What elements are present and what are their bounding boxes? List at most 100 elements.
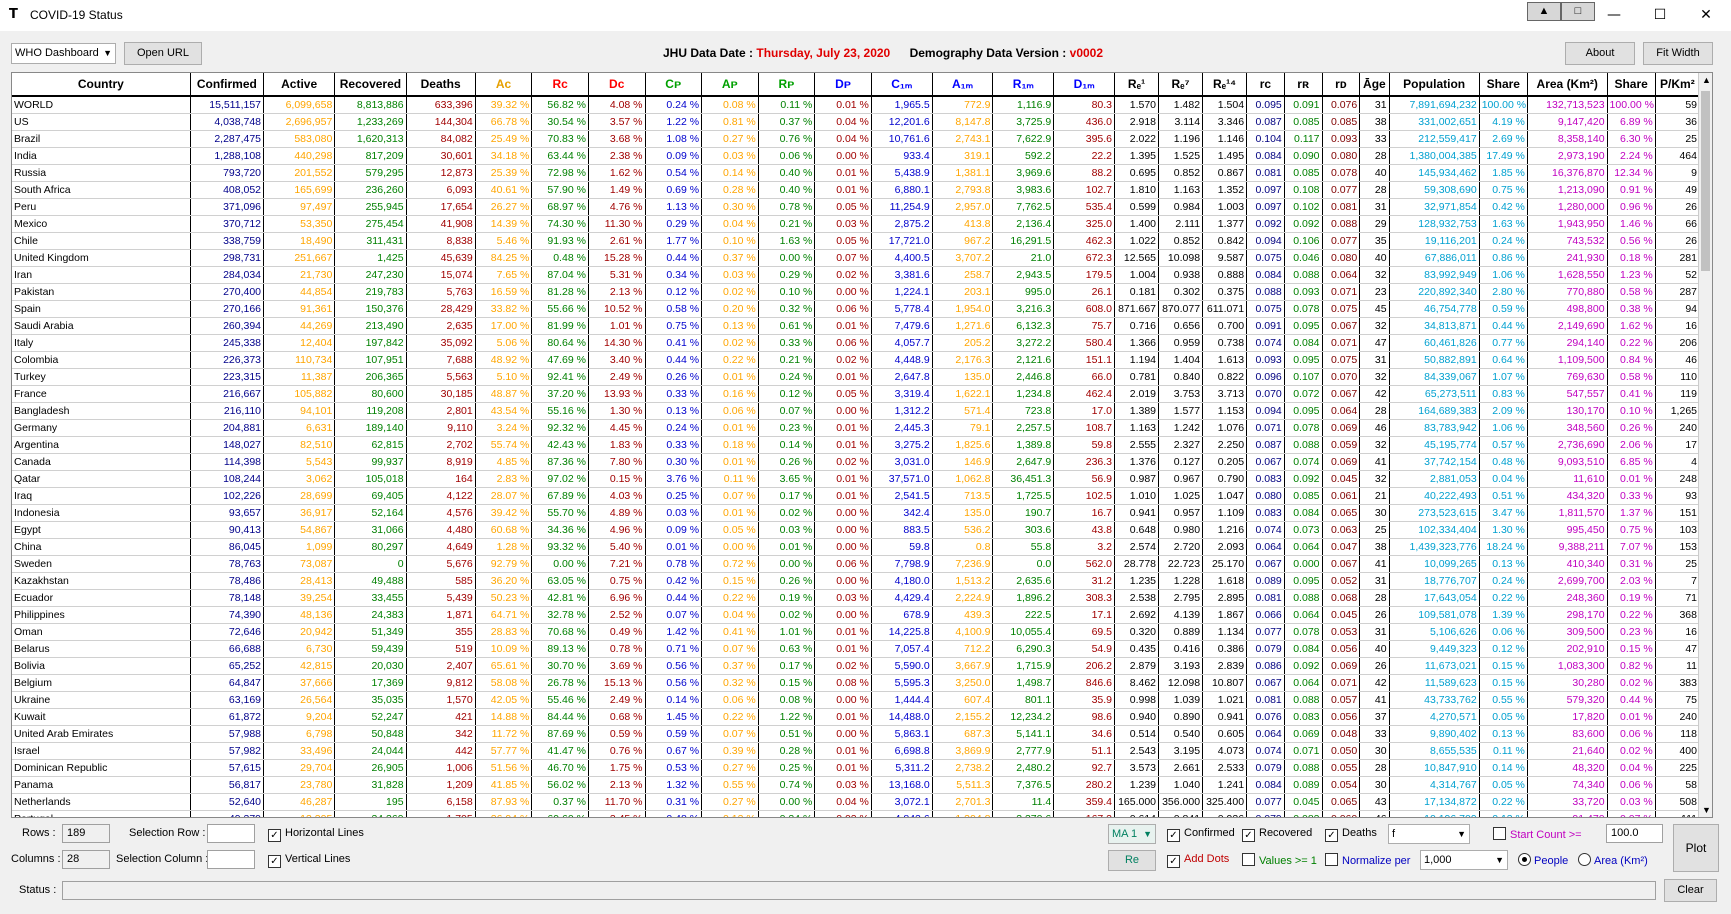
table-cell[interactable]: Kazakhstan xyxy=(12,572,191,590)
table-cell[interactable]: 11.70 % xyxy=(588,793,646,811)
table-cell[interactable]: 75.7 xyxy=(1053,317,1116,335)
table-cell[interactable]: 0.22 % xyxy=(701,589,759,607)
table-cell[interactable]: 7.65 % xyxy=(475,266,533,284)
table-cell[interactable]: 144,304 xyxy=(406,113,476,131)
table-cell[interactable]: 91,470 xyxy=(1527,810,1608,817)
table-cell[interactable]: 13,168.0 xyxy=(871,776,933,794)
table-cell[interactable]: 10,761.6 xyxy=(871,130,933,148)
table-cell[interactable]: 66 xyxy=(1655,215,1701,233)
table-cell[interactable]: 2,647.8 xyxy=(871,368,933,386)
table-cell[interactable]: 0.071 xyxy=(1322,283,1361,301)
table-cell[interactable]: 0.090 xyxy=(1284,147,1323,165)
table-cell[interactable]: 29 xyxy=(1359,215,1390,233)
table-cell[interactable]: 23,780 xyxy=(263,776,336,794)
table-cell[interactable]: 3,983.6 xyxy=(992,181,1055,199)
table-cell[interactable]: 0.096 xyxy=(1246,368,1285,386)
table-cell[interactable]: 0.087 xyxy=(1246,436,1285,454)
table-cell[interactable]: 2.720 xyxy=(1158,538,1204,556)
table-cell[interactable]: 28.778 xyxy=(1114,555,1160,573)
table-cell[interactable]: 319.1 xyxy=(932,147,994,165)
table-cell[interactable]: 24,383 xyxy=(334,606,407,624)
table-cell[interactable]: 21,640 xyxy=(1527,742,1608,760)
table-cell[interactable]: 2,647.9 xyxy=(992,453,1055,471)
table-cell[interactable]: 0.13 % xyxy=(1479,810,1528,817)
table-cell[interactable]: 14.88 % xyxy=(475,708,533,726)
table-cell[interactable]: 2.03 % xyxy=(1607,572,1656,590)
table-row[interactable]: Dominican Republic 57,615 29,704 26,905 1,00… xyxy=(12,759,1701,777)
table-cell[interactable]: 0.077 xyxy=(1246,793,1285,811)
table-cell[interactable]: 1.63 % xyxy=(1479,215,1528,233)
table-cell[interactable]: 6,798 xyxy=(263,725,336,743)
table-cell[interactable]: 12,404 xyxy=(263,334,336,352)
table-cell[interactable]: 111 xyxy=(1655,810,1701,817)
table-cell[interactable]: 2.111 xyxy=(1158,215,1204,233)
table-cell[interactable]: 1,622.1 xyxy=(932,385,994,403)
table-cell[interactable]: 92.7 xyxy=(1053,759,1116,777)
table-cell[interactable]: 0.33 % xyxy=(1607,487,1656,505)
table-cell[interactable]: 3,707.2 xyxy=(932,249,994,267)
table-row[interactable]: Netherlands 52,640 46,287 195 6,158 87.93 % 0.… xyxy=(12,793,1701,811)
table-cell[interactable]: 2,257.5 xyxy=(992,419,1055,437)
table-cell[interactable]: 11 xyxy=(1655,657,1701,675)
table-cell[interactable]: 0.084 xyxy=(1246,776,1285,794)
table-cell[interactable]: 0.01 % xyxy=(701,504,759,522)
table-cell[interactable]: 10,196,709 xyxy=(1389,810,1480,817)
table-cell[interactable]: 87.69 % xyxy=(531,725,589,743)
table-cell[interactable]: 0.02 % xyxy=(814,657,872,675)
table-cell[interactable]: 0.17 % xyxy=(758,657,816,675)
table-cell[interactable]: 32 xyxy=(1359,266,1390,284)
table-cell[interactable]: 0.08 % xyxy=(701,96,759,114)
table-cell[interactable]: 59.8 xyxy=(1053,436,1116,454)
table-cell[interactable]: Netherlands xyxy=(12,793,191,811)
table-cell[interactable]: 772.9 xyxy=(932,96,994,114)
table-cell[interactable]: 0.00 % xyxy=(814,606,872,624)
table-cell[interactable]: Iraq xyxy=(12,487,191,505)
table-cell[interactable]: 5,763 xyxy=(406,283,476,301)
table-cell[interactable]: 202,910 xyxy=(1527,640,1608,658)
table-cell[interactable]: 0.092 xyxy=(1284,215,1323,233)
table-cell[interactable]: 0.095 xyxy=(1284,402,1323,420)
table-cell[interactable]: 1.13 % xyxy=(645,198,703,216)
table-cell[interactable]: 0.68 % xyxy=(588,708,646,726)
table-cell[interactable]: 28 xyxy=(1359,759,1390,777)
table-cell[interactable]: 0.04 % xyxy=(1607,759,1656,777)
table-cell[interactable]: 0.075 xyxy=(1246,300,1285,318)
table-cell[interactable]: 2.839 xyxy=(1202,657,1248,675)
table-cell[interactable]: 1.06 % xyxy=(1479,266,1528,284)
table-cell[interactable]: 1,380,004,385 xyxy=(1389,147,1480,165)
table-cell[interactable]: 0.079 xyxy=(1246,759,1285,777)
table-cell[interactable]: 26 xyxy=(1655,232,1701,250)
table-cell[interactable]: 3,031.0 xyxy=(871,453,933,471)
scroll-up-icon[interactable]: ▲ xyxy=(1702,75,1711,85)
table-cell[interactable]: 37.20 % xyxy=(531,385,589,403)
table-cell[interactable]: 1,425 xyxy=(334,249,407,267)
table-cell[interactable]: 0.05 % xyxy=(814,385,872,403)
table-cell[interactable]: 2,155.2 xyxy=(932,708,994,726)
table-cell[interactable]: 45,639 xyxy=(406,249,476,267)
table-cell[interactable]: 195 xyxy=(334,793,407,811)
table-cell[interactable]: 83,600 xyxy=(1527,725,1608,743)
table-cell[interactable]: 1.404 xyxy=(1158,351,1204,369)
table-cell[interactable]: 2.327 xyxy=(1158,436,1204,454)
table-cell[interactable]: 0.58 % xyxy=(645,300,703,318)
table-cell[interactable]: 9,388,211 xyxy=(1527,538,1608,556)
table-cell[interactable]: 303.6 xyxy=(992,521,1055,539)
table-cell[interactable]: 1,715.9 xyxy=(992,657,1055,675)
table-cell[interactable]: 21.0 xyxy=(992,249,1055,267)
table-cell[interactable]: 1.109 xyxy=(1202,504,1248,522)
table-cell[interactable]: 10.098 xyxy=(1158,249,1204,267)
table-cell[interactable]: France xyxy=(12,385,191,403)
table-cell[interactable]: 1.228 xyxy=(1158,572,1204,590)
table-cell[interactable]: 0.06 % xyxy=(1607,776,1656,794)
table-cell[interactable]: 0.941 xyxy=(1114,504,1160,522)
table-row[interactable]: Iraq 102,226 28,699 69,405 4,122 28.07 % 67.89… xyxy=(12,487,1701,505)
table-cell[interactable]: 12.098 xyxy=(1158,674,1204,692)
table-cell[interactable]: 7,798.9 xyxy=(871,555,933,573)
table-cell[interactable]: 439.3 xyxy=(932,606,994,624)
table-cell[interactable]: 0.01 % xyxy=(701,419,759,437)
table-cell[interactable]: Dominican Republic xyxy=(12,759,191,777)
table-cell[interactable]: 0.63 % xyxy=(758,640,816,658)
table-cell[interactable]: 0.067 xyxy=(1322,317,1361,335)
table-cell[interactable]: 7,236.9 xyxy=(932,555,994,573)
table-cell[interactable]: 108,244 xyxy=(190,470,265,488)
